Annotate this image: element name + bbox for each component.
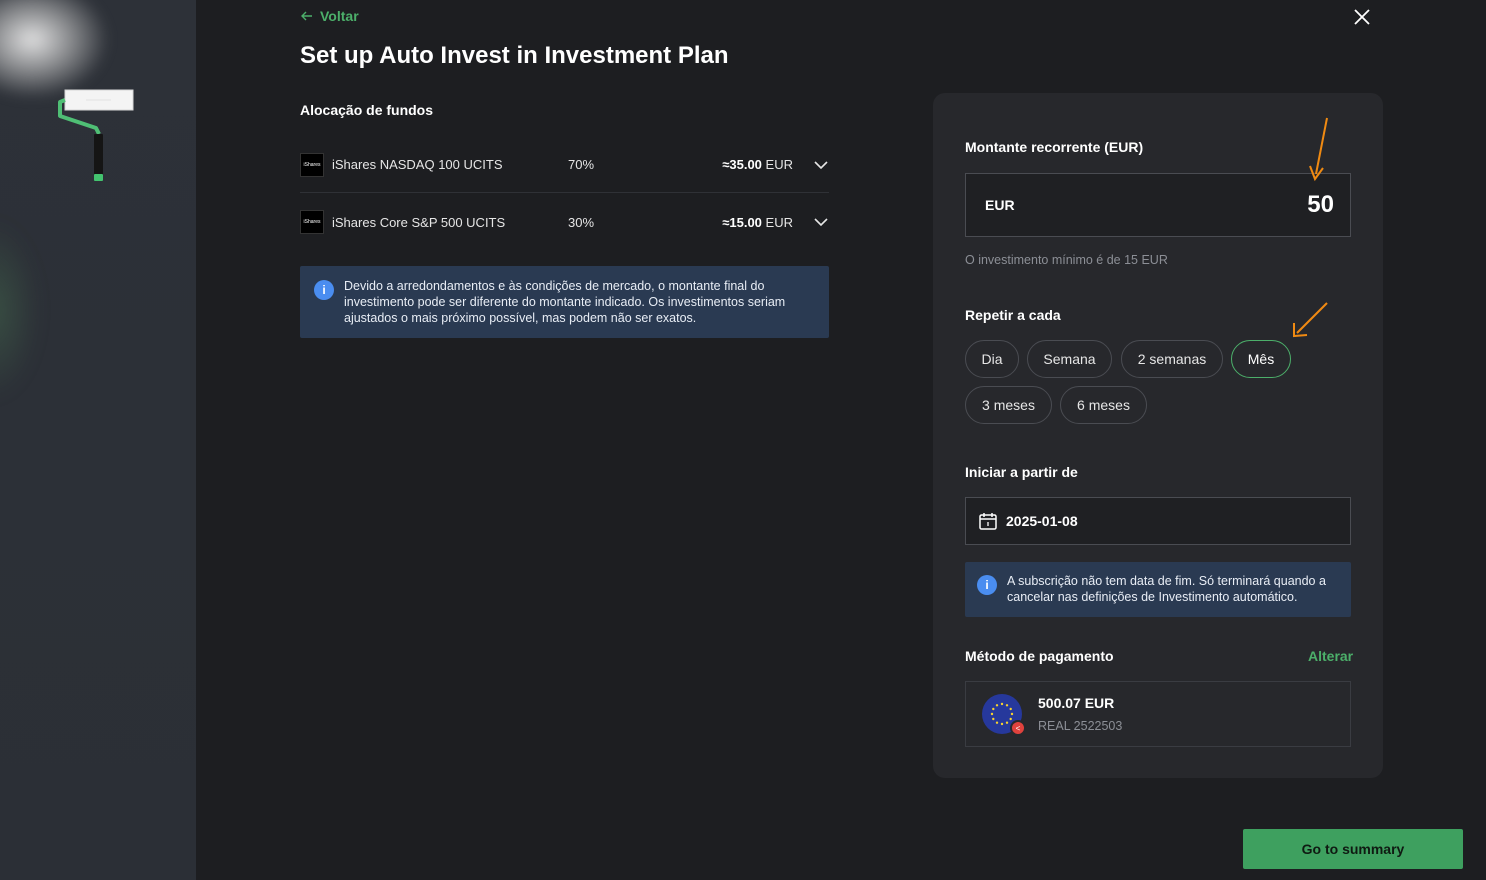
amount-label: Montante recorrente (EUR) — [965, 139, 1144, 155]
chevron-down-icon[interactable] — [813, 157, 829, 173]
subscription-notice-text: A subscrição não tem data de fim. Só ter… — [1007, 574, 1326, 604]
blur-green-glow — [0, 220, 40, 400]
calendar-icon — [979, 513, 997, 530]
info-icon: i — [977, 575, 997, 595]
info-icon: i — [314, 280, 334, 300]
frequency-chip-mes[interactable]: Mês — [1231, 340, 1291, 378]
frequency-chip-3-meses[interactable]: 3 meses — [965, 386, 1052, 424]
close-icon[interactable] — [1353, 8, 1371, 26]
fund-percentage: 30% — [568, 214, 595, 230]
go-to-summary-button[interactable]: Go to summary — [1243, 829, 1463, 869]
page-title: Set up Auto Invest in Investment Plan — [300, 42, 729, 69]
chevron-down-icon[interactable] — [813, 214, 829, 230]
annotation-arrow-icon — [1309, 117, 1328, 182]
allocation-title: Alocação de fundos — [300, 102, 434, 118]
back-label: Voltar — [320, 8, 359, 24]
paint-roller-icon — [58, 89, 134, 181]
left-decor-panel — [0, 0, 196, 880]
payment-amount: 500.07 EUR — [1038, 695, 1115, 711]
fund-row[interactable]: iShares iShares NASDAQ 100 UCITS 70% ≈35… — [300, 137, 829, 193]
fund-logo: iShares — [300, 152, 324, 177]
amount-currency: EUR — [985, 197, 1015, 213]
fund-percentage: 70% — [568, 157, 595, 172]
main-area: Voltar Set up Auto Invest in Investment … — [196, 0, 1486, 880]
payment-label: Método de pagamento — [965, 648, 1114, 664]
fund-name: iShares Core S&P 500 UCITS — [332, 214, 506, 230]
payment-account: REAL 2522503 — [1038, 719, 1123, 733]
blur-highlight — [0, 0, 110, 100]
rounding-notice: i Devido a arredondamentos e às condiçõe… — [300, 266, 829, 338]
amount-value: 50 — [1307, 191, 1334, 218]
amount-hint: O investimento mínimo é de 15 EUR — [965, 253, 1168, 267]
fund-name: iShares NASDAQ 100 UCITS — [332, 157, 503, 172]
auto-invest-form-card: Montante recorrente (EUR) EUR 50 O inves… — [933, 93, 1383, 778]
frequency-chip-dia[interactable]: Dia — [965, 340, 1019, 378]
frequency-chip-6-meses[interactable]: 6 meses — [1060, 386, 1147, 424]
fund-row[interactable]: iShares iShares Core S&P 500 UCITS 30% ≈… — [300, 194, 829, 250]
fund-amount: ≈35.00 EUR — [722, 157, 793, 172]
back-link[interactable]: Voltar — [300, 8, 359, 24]
subscription-notice: i A subscrição não tem data de fim. Só t… — [965, 562, 1351, 617]
frequency-chip-semana[interactable]: Semana — [1027, 340, 1112, 378]
repeat-label: Repetir a cada — [965, 307, 1061, 323]
start-date-input[interactable]: 2025-01-08 — [965, 497, 1351, 545]
start-date-value: 2025-01-08 — [1006, 513, 1078, 529]
fund-logo: iShares — [300, 210, 324, 234]
payment-method[interactable]: < 500.07 EUR REAL 2522503 — [965, 681, 1351, 747]
frequency-chip-2-semanas[interactable]: 2 semanas — [1121, 340, 1223, 378]
eu-flag-icon: < — [982, 694, 1026, 736]
change-payment-link[interactable]: Alterar — [1308, 648, 1353, 664]
amount-input[interactable]: EUR 50 — [965, 173, 1351, 237]
share-badge-icon: < — [1010, 720, 1026, 736]
start-label: Iniciar a partir de — [965, 464, 1078, 480]
rounding-notice-text: Devido a arredondamentos e às condições … — [344, 279, 786, 325]
fund-amount: ≈15.00 EUR — [722, 214, 793, 230]
arrow-left-icon — [301, 11, 312, 21]
annotation-arrow-icon — [1293, 302, 1328, 338]
